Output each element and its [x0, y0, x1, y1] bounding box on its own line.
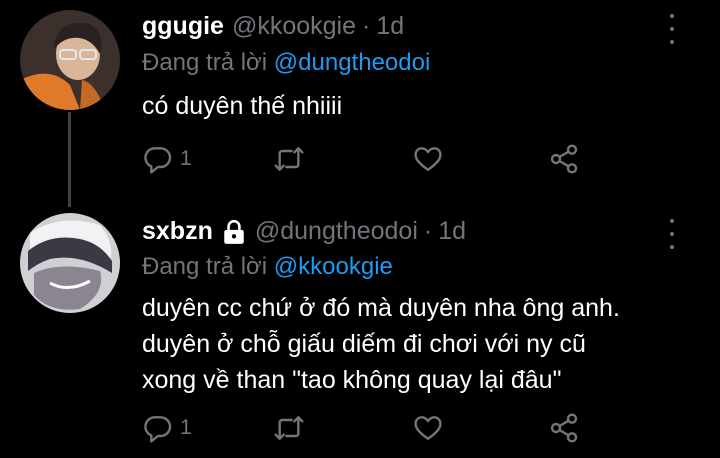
share-icon — [550, 413, 578, 443]
reply-button[interactable]: 1 — [142, 142, 192, 176]
tweet[interactable]: ggugie @kkookgie · 1d Đang trả lời @dung… — [0, 0, 720, 205]
replying-to-label: Đang trả lời — [142, 253, 274, 280]
handle[interactable]: @kkookgie — [232, 12, 356, 41]
avatar[interactable] — [20, 10, 120, 110]
more-icon[interactable] — [668, 14, 676, 44]
retweet-button[interactable] — [273, 411, 305, 445]
like-button[interactable] — [412, 411, 444, 445]
tweet-text: có duyên thế nhiiii — [142, 88, 342, 124]
display-name[interactable]: ggugie — [142, 12, 224, 41]
like-icon — [414, 147, 442, 171]
tweet[interactable]: sxbzn @dungtheodoi · 1d Đang trả lời @kk… — [0, 205, 720, 458]
action-bar: 1 — [142, 411, 602, 445]
tweet-header: sxbzn @dungtheodoi · 1d — [142, 217, 466, 246]
action-bar: 1 — [142, 142, 602, 176]
handle[interactable]: @dungtheodoi — [255, 217, 418, 246]
replying-to-label: Đang trả lời — [142, 49, 274, 76]
tweet-text: duyên cc chứ ở đó mà duyên nha ông anh. … — [142, 290, 620, 398]
reply-count: 1 — [180, 147, 192, 170]
reply-mention-link[interactable]: @kkookgie — [274, 253, 393, 280]
reply-button[interactable]: 1 — [142, 411, 192, 445]
display-name[interactable]: sxbzn — [142, 217, 213, 246]
tweet-text-line: xong về than "tao không quay lại đâu" — [142, 366, 562, 394]
replying-to: Đang trả lời @dungtheodoi — [142, 49, 430, 77]
lock-icon — [221, 219, 247, 245]
share-button[interactable] — [548, 411, 580, 445]
avatar[interactable] — [20, 213, 120, 313]
tweet-text-line: duyên cc chứ ở đó mà duyên nha ông anh. — [142, 294, 620, 322]
reply-mention-link[interactable]: @dungtheodoi — [274, 49, 431, 76]
retweet-button[interactable] — [273, 142, 305, 176]
retweet-icon — [274, 416, 304, 440]
replying-to: Đang trả lời @kkookgie — [142, 253, 393, 281]
tweet-text-line: có duyên thế nhiiii — [142, 92, 343, 120]
separator: · — [423, 217, 433, 245]
retweet-icon — [274, 147, 304, 171]
tweet-header: ggugie @kkookgie · 1d — [142, 12, 404, 41]
like-icon — [414, 416, 442, 440]
share-icon — [550, 144, 578, 174]
more-icon[interactable] — [668, 219, 676, 249]
like-button[interactable] — [412, 142, 444, 176]
share-button[interactable] — [548, 142, 580, 176]
reply-icon — [144, 416, 172, 443]
timestamp[interactable]: 1d — [376, 12, 404, 41]
tweet-text-line: duyên ở chỗ giấu diếm đi chơi với ny cũ — [142, 330, 586, 358]
separator: · — [362, 12, 371, 40]
timestamp[interactable]: 1d — [438, 217, 466, 246]
reply-count: 1 — [180, 416, 192, 439]
reply-icon — [144, 147, 172, 174]
